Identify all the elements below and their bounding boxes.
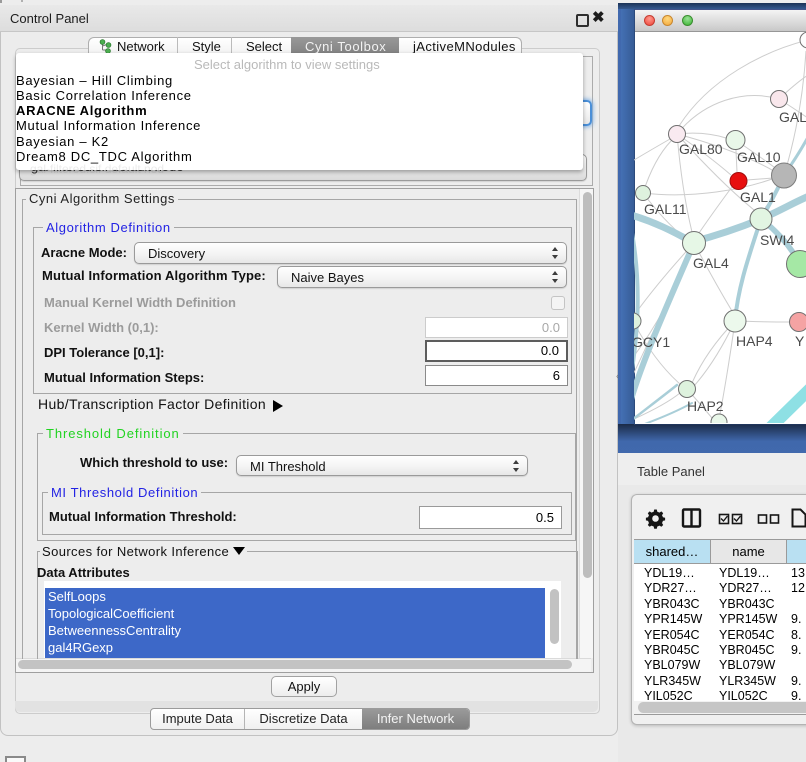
svg-text:HAP4: HAP4	[736, 333, 773, 349]
svg-text:GAL80: GAL80	[679, 141, 723, 157]
svg-text:GAL7: GAL7	[779, 109, 806, 125]
svg-text:GAL11: GAL11	[644, 201, 687, 217]
svg-text:GAL10: GAL10	[737, 149, 781, 165]
svg-text:GAL4: GAL4	[693, 255, 729, 271]
svg-text:SWI4: SWI4	[760, 232, 794, 248]
svg-text:HAP2: HAP2	[687, 398, 724, 414]
svg-text:Y: Y	[795, 333, 805, 349]
svg-text:GCY1: GCY1	[634, 334, 670, 350]
svg-text:GAL1: GAL1	[740, 189, 776, 205]
